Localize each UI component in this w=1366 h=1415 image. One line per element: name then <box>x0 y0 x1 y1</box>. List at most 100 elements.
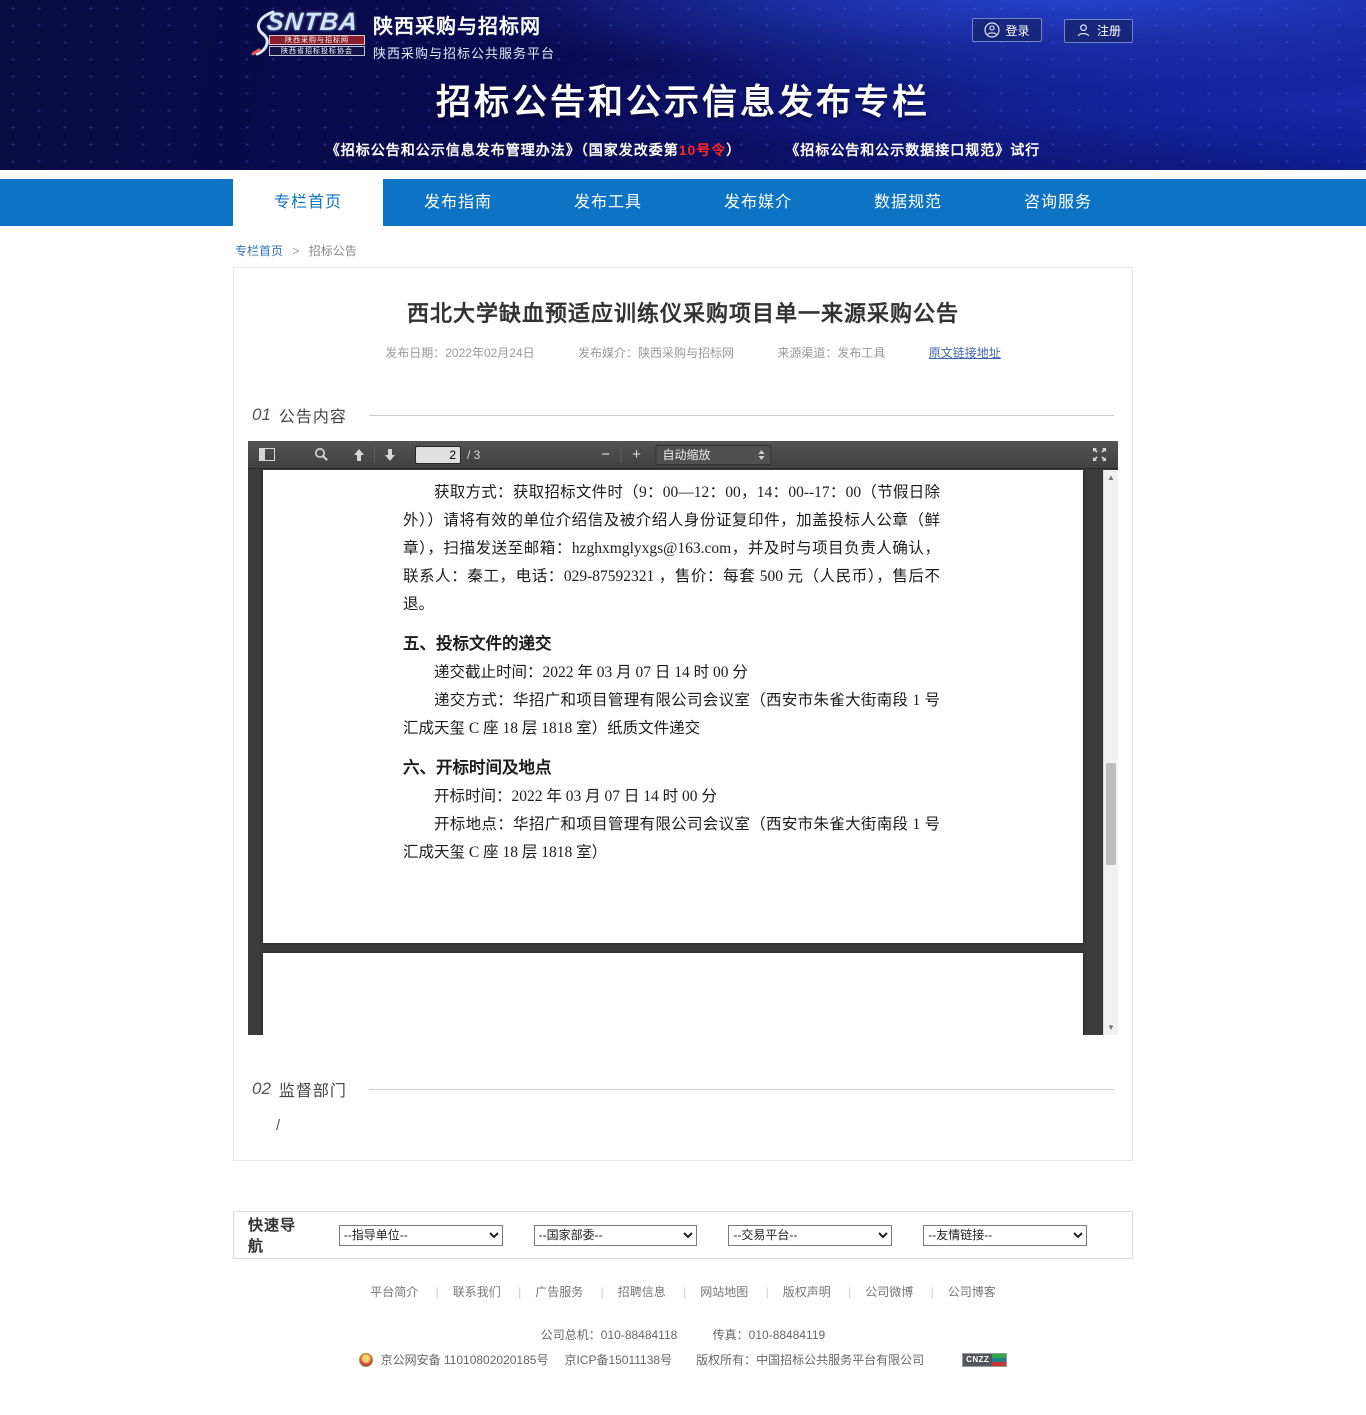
pdf-paragraph: 获取方式：获取招标文件时（9：00—12：00，14：00--17：00（节假日… <box>403 479 940 619</box>
fullscreen-icon <box>1092 447 1107 462</box>
footer-contact-line: 公司总机：010-88484118 传真：010-88484119 <box>0 1326 1366 1343</box>
quicknav-label: 快速导航 <box>248 1214 311 1256</box>
sidebar-toggle-button[interactable] <box>256 444 278 466</box>
footer-links: 平台简介 联系我们 广告服务 招聘信息 网站地图 版权声明 公司微博 公司博客 <box>0 1283 1366 1300</box>
logo-tagline-2: 陕西省招标投标协会 <box>269 46 365 56</box>
article-title: 西北大学缺血预适应训练仪采购项目单一来源采购公告 <box>248 296 1118 328</box>
user-icon <box>1076 23 1091 38</box>
brand-row: SNTBA 陕西采购与招标网 陕西省招标投标协会 陕西采购与招标网 陕西采购与招… <box>233 6 1133 58</box>
beian-icp-link[interactable]: 京ICP备15011138号 <box>564 1351 672 1368</box>
cnzz-counter-badge[interactable]: CNZZ <box>962 1353 1007 1367</box>
arrow-down-icon <box>383 448 397 462</box>
pdf-toolbar: / 3 − + 自动缩放 <box>248 441 1118 469</box>
zoom-in-button[interactable]: + <box>626 444 648 466</box>
footer-link-sitemap[interactable]: 网站地图 <box>669 1285 748 1299</box>
tab-publish-tools[interactable]: 发布工具 <box>533 179 683 226</box>
meta-source-channel: 来源渠道：发布工具 <box>777 346 885 360</box>
police-badge-icon <box>359 1353 373 1367</box>
zoom-out-button[interactable]: − <box>595 444 617 466</box>
pdf-paragraph: 开标时间：2022 年 03 月 07 日 14 时 00 分 <box>403 783 940 811</box>
search-icon <box>314 447 329 462</box>
tab-column-home[interactable]: 专栏首页 <box>233 179 383 226</box>
tab-data-standard[interactable]: 数据规范 <box>833 179 983 226</box>
register-button[interactable]: 注册 <box>1064 19 1133 43</box>
article-panel: 西北大学缺血预适应训练仪采购项目单一来源采购公告 发布日期：2022年02月24… <box>233 267 1133 1161</box>
next-page-button[interactable] <box>379 444 401 466</box>
section-title: 监督部门 <box>279 1077 347 1101</box>
footer-link-contact-us[interactable]: 联系我们 <box>422 1285 501 1299</box>
banner-note-1-pre: 《招标公告和公示信息发布管理办法》（国家发改委第 <box>326 142 679 158</box>
pdf-paragraph: 递交方式：华招广和项目管理有限公司会议室（西安市朱雀大街南段 1 号汇成天玺 C… <box>403 687 940 743</box>
scroll-down-arrow[interactable]: ▼ <box>1104 1020 1118 1035</box>
pdf-scrollbar[interactable]: ▲ ▼ <box>1103 470 1118 1035</box>
quicknav-select-ministries[interactable]: --国家部委-- <box>534 1225 698 1246</box>
footer-link-blog[interactable]: 公司博客 <box>917 1285 996 1299</box>
section-rule <box>369 415 1114 416</box>
pdf-heading: 五、投标文件的递交 <box>403 630 940 658</box>
scroll-up-arrow[interactable]: ▲ <box>1104 470 1118 485</box>
main-nav: 专栏首页 发布指南 发布工具 发布媒介 数据规范 咨询服务 <box>0 179 1366 226</box>
scrollbar-thumb[interactable] <box>1106 763 1116 865</box>
previous-page-button[interactable] <box>348 444 370 466</box>
breadcrumb-current: 招标公告 <box>309 244 357 258</box>
register-label: 注册 <box>1097 22 1121 39</box>
pdf-paragraph: 递交截止时间：2022 年 03 月 07 日 14 时 00 分 <box>403 659 940 687</box>
cnzz-label: CNZZ <box>963 1354 992 1366</box>
tab-publish-guide[interactable]: 发布指南 <box>383 179 533 226</box>
original-link[interactable]: 原文链接地址 <box>929 346 1001 360</box>
footer-link-copyright-notice[interactable]: 版权声明 <box>752 1285 831 1299</box>
meta-publish-media: 发布媒介：陕西采购与招标网 <box>578 346 734 360</box>
site-footer: 平台简介 联系我们 广告服务 招聘信息 网站地图 版权声明 公司微博 公司博客 … <box>0 1259 1366 1398</box>
login-button[interactable]: 登录 <box>972 18 1042 42</box>
section-number: 02 <box>252 1079 271 1099</box>
tab-publish-media[interactable]: 发布媒介 <box>683 179 833 226</box>
page: SNTBA 陕西采购与招标网 陕西省招标投标协会 陕西采购与招标网 陕西采购与招… <box>0 0 1366 1415</box>
pdf-document-area: 获取方式：获取招标文件时（9：00—12：00，14：00--17：00（节假日… <box>248 470 1118 1035</box>
pdf-page-2: 获取方式：获取招标文件时（9：00—12：00，14：00--17：00（节假日… <box>263 470 1083 943</box>
breadcrumb-home-link[interactable]: 专栏首页 <box>235 244 283 258</box>
section-head-supervisor: 02 监督部门 <box>252 1077 1114 1101</box>
footer-link-recruitment[interactable]: 招聘信息 <box>587 1285 666 1299</box>
footer-fax: 传真：010-88484119 <box>713 1328 826 1342</box>
logo-acronym: SNTBA <box>265 8 359 37</box>
breadcrumb-separator: > <box>292 244 299 258</box>
banner-note: 《招标公告和公示信息发布管理办法》（国家发改委第10号令） 《招标公告和公示数据接… <box>233 140 1133 160</box>
quicknav-select-guidance[interactable]: --指导单位-- <box>339 1225 503 1246</box>
logo-tagline-1: 陕西采购与招标网 <box>269 35 365 45</box>
page-total: / 3 <box>467 448 480 462</box>
footer-link-platform-intro[interactable]: 平台简介 <box>370 1285 418 1299</box>
meta-publish-date: 发布日期：2022年02月24日 <box>385 346 534 360</box>
supervisor-content: / <box>276 1117 1118 1134</box>
find-button[interactable] <box>310 444 332 466</box>
footer-phone: 公司总机：010-88484118 <box>541 1328 678 1342</box>
section-number: 01 <box>252 405 271 425</box>
quicknav-select-friend-links[interactable]: --友情链接-- <box>923 1225 1087 1246</box>
site-logo: SNTBA 陕西采购与招标网 陕西省招标投标协会 <box>253 8 369 56</box>
section-rule <box>369 1089 1114 1090</box>
beian-police-link[interactable]: 京公网安备 11010802020185号 <box>381 1351 549 1368</box>
site-subtitle: 陕西采购与招标公共服务平台 <box>373 43 555 62</box>
banner-note-1-red: 10号令 <box>679 142 727 158</box>
banner-note-1-post: ） <box>726 142 741 158</box>
select-caret-icon <box>759 450 765 460</box>
quicknav-select-platforms[interactable]: --交易平台-- <box>728 1225 892 1246</box>
zoom-level-select[interactable]: 自动缩放 <box>656 445 772 465</box>
section-title: 公告内容 <box>279 403 347 427</box>
cnzz-stripes-icon <box>992 1354 1006 1366</box>
footer-link-ad-service[interactable]: 广告服务 <box>504 1285 583 1299</box>
arrow-up-icon <box>352 448 366 462</box>
sidebar-toggle-icon <box>259 448 275 461</box>
quicknav-panel: 快速导航 --指导单位-- --国家部委-- --交易平台-- --友情链接-- <box>233 1211 1133 1259</box>
banner-title: 招标公告和公示信息发布专栏 <box>233 74 1133 125</box>
tab-consult-service[interactable]: 咨询服务 <box>983 179 1133 226</box>
pdf-paragraph: 开标地点：华招广和项目管理有限公司会议室（西安市朱雀大街南段 1 号汇成天玺 C… <box>403 811 940 867</box>
pdf-heading: 六、开标时间及地点 <box>403 754 940 782</box>
footer-link-weibo[interactable]: 公司微博 <box>834 1285 913 1299</box>
pdf-viewer: / 3 − + 自动缩放 <box>248 441 1118 1035</box>
site-header: SNTBA 陕西采购与招标网 陕西省招标投标协会 陕西采购与招标网 陕西采购与招… <box>0 0 1366 170</box>
section-head-announcement: 01 公告内容 <box>252 403 1114 427</box>
presentation-mode-button[interactable] <box>1088 444 1110 466</box>
banner-note-2: 《招标公告和公示数据接口规范》试行 <box>785 142 1040 158</box>
article-meta: 发布日期：2022年02月24日 发布媒介：陕西采购与招标网 来源渠道：发布工具… <box>248 344 1118 361</box>
page-number-input[interactable] <box>415 446 461 464</box>
